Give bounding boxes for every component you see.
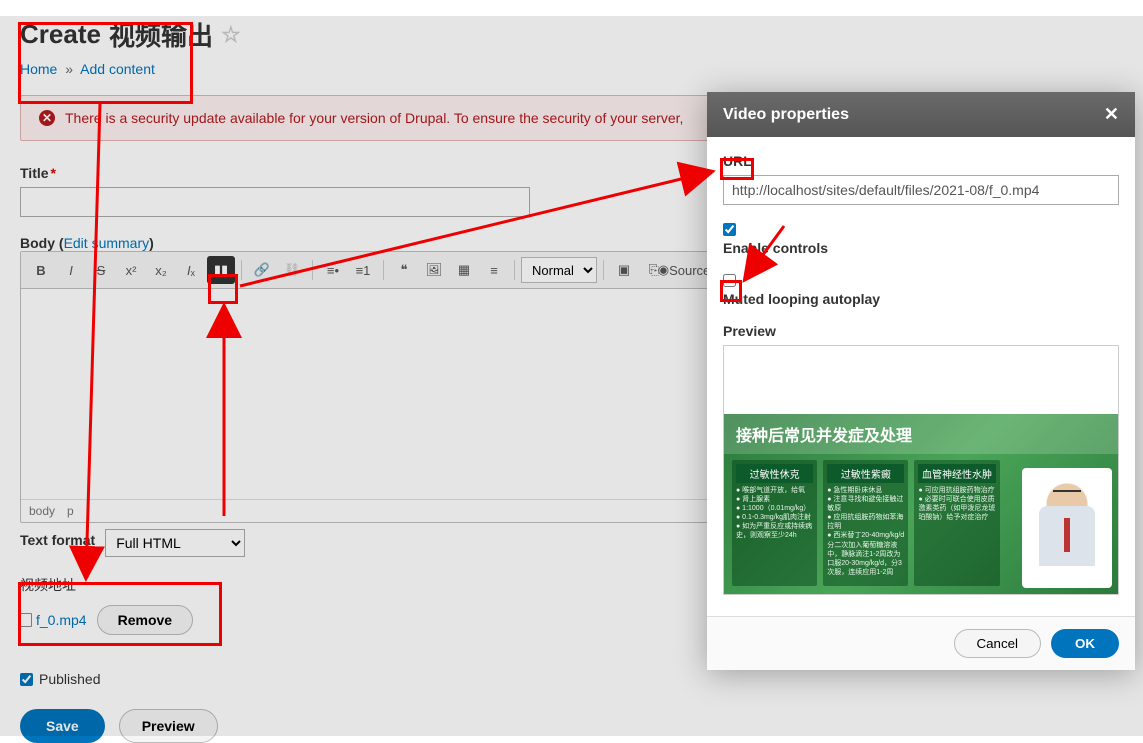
format-dropdown[interactable]: Normal [521,257,597,283]
text-format-select[interactable]: Full HTML [105,529,245,557]
table-button[interactable]: ▦ [450,256,478,284]
video-preview-box: 接种后常见并发症及处理 过敏性休克● 喉部气道开放，给氧● 肾上腺素● 1:10… [723,345,1119,595]
number-list-button[interactable]: ≡1 [349,256,377,284]
error-icon: ✕ [39,110,55,126]
video-properties-dialog: Video properties ✕ URL Enable controls M… [707,92,1135,670]
title-prefix: Create [20,19,101,50]
image-button[interactable]: 🖼 [420,256,448,284]
muted-loop-row: Muted looping autoplay [723,274,1119,307]
action-buttons: Save Preview [20,709,1123,743]
enable-controls-row: Enable controls [723,223,1119,256]
video-title: 接种后常见并发症及处理 [724,414,1118,454]
title-suffix: 视频输出 [109,16,213,53]
footer-path-body[interactable]: body [29,504,55,518]
special-char-button[interactable]: ▣ [610,256,638,284]
presenter-figure [1022,468,1112,588]
edit-summary-link[interactable]: Edit summary [64,235,150,251]
video-thumbnail[interactable]: 接种后常见并发症及处理 过敏性休克● 喉部气道开放，给氧● 肾上腺素● 1:10… [724,414,1118,594]
remove-button[interactable]: Remove [97,605,193,635]
preview-button[interactable]: Preview [119,709,218,743]
source-button[interactable]: ◉ Source [670,256,698,284]
video-button[interactable]: ▮▮ [207,256,235,284]
ok-button[interactable]: OK [1051,629,1119,658]
text-format-label: Text format [20,532,95,548]
url-input[interactable] [723,175,1119,205]
preview-label: Preview [723,323,1119,339]
page-title: Create 视频输出 ☆ [20,16,1123,53]
breadcrumb-add-content[interactable]: Add content [80,61,155,77]
cancel-button[interactable]: Cancel [954,629,1042,658]
quote-button[interactable]: ❝ [390,256,418,284]
footer-path-p[interactable]: p [67,504,74,518]
body-label: Body (Edit summary) [20,235,154,251]
breadcrumb-separator: » [65,61,73,77]
toolbar-separator [603,260,604,280]
breadcrumb-home[interactable]: Home [20,61,57,77]
dialog-footer: Cancel OK [707,616,1135,670]
close-icon[interactable]: ✕ [1104,104,1119,125]
save-button[interactable]: Save [20,709,105,743]
toolbar-separator [514,260,515,280]
bullet-list-button[interactable]: ≡• [319,256,347,284]
dialog-title: Video properties [723,106,849,124]
url-label: URL [723,153,1119,169]
dialog-body: URL Enable controls Muted looping autopl… [707,137,1135,616]
toolbar-separator [312,260,313,280]
enable-controls-label: Enable controls [723,240,828,256]
remove-format-button[interactable]: Iₓ [177,256,205,284]
dialog-header: Video properties ✕ [707,92,1135,137]
link-button[interactable]: 🔗 [248,256,276,284]
file-link[interactable]: f_0.mp4 [20,612,87,628]
alert-text: There is a security update available for… [65,110,683,126]
toolbar-separator [241,260,242,280]
published-row: Published [20,671,1123,687]
star-icon[interactable]: ☆ [221,22,241,48]
align-button[interactable]: ≡ [480,256,508,284]
superscript-button[interactable]: x² [117,256,145,284]
subscript-button[interactable]: x₂ [147,256,175,284]
title-input[interactable] [20,187,530,217]
breadcrumb: Home » Add content [20,61,1123,77]
published-checkbox[interactable] [20,673,33,686]
enable-controls-checkbox[interactable] [723,223,736,236]
italic-button[interactable]: I [57,256,85,284]
published-label: Published [39,671,101,687]
strike-button[interactable]: S [87,256,115,284]
file-icon [20,613,32,627]
unlink-button[interactable]: ⛓ [278,256,306,284]
muted-loop-checkbox[interactable] [723,274,736,287]
file-name: f_0.mp4 [36,612,87,628]
toolbar-separator [383,260,384,280]
title-label: Title* [20,165,56,181]
muted-loop-label: Muted looping autoplay [723,291,880,307]
bold-button[interactable]: B [27,256,55,284]
